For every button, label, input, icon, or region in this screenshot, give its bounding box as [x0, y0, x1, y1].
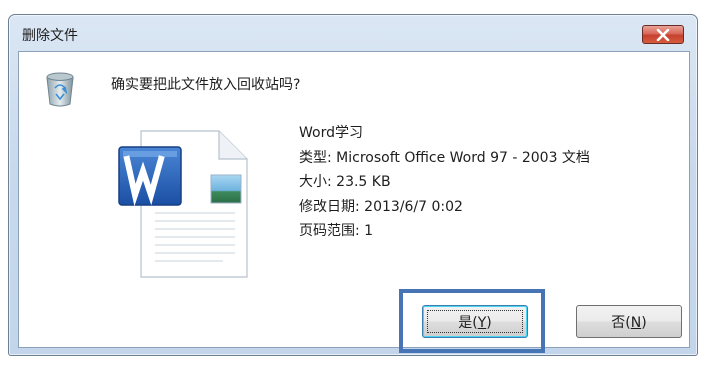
focus-ring — [427, 310, 523, 333]
dialog-title: 删除文件 — [22, 28, 78, 44]
file-name: Word学习 — [299, 125, 363, 141]
recycle-bin-icon — [43, 70, 77, 112]
dialog-content: 确实要把此文件放入回收站吗? Word学习 类型: Microsoft Offi… — [18, 51, 690, 353]
word-document-icon — [115, 125, 255, 287]
file-size: 大小: 23.5 KB — [299, 174, 391, 190]
title-bar[interactable]: 删除文件 — [9, 15, 697, 51]
close-icon — [656, 28, 670, 41]
no-label: 否(N) — [611, 314, 647, 331]
close-button[interactable] — [642, 25, 684, 44]
file-details: Word学习 类型: Microsoft Office Word 97 - 20… — [299, 121, 590, 244]
confirm-question: 确实要把此文件放入回收站吗? — [111, 77, 301, 93]
yes-button[interactable]: 是(Y) — [422, 305, 528, 338]
file-modified-date: 修改日期: 2013/6/7 0:02 — [299, 198, 463, 215]
delete-file-dialog: 删除文件 确实要把此文件放入回收站吗? Word学习 类型: Microsoft… — [8, 14, 698, 356]
no-button[interactable]: 否(N) — [576, 305, 682, 338]
file-type: 类型: Microsoft Office Word 97 - 2003 文档 — [299, 149, 590, 166]
file-page-range: 页码范围: 1 — [299, 223, 374, 239]
